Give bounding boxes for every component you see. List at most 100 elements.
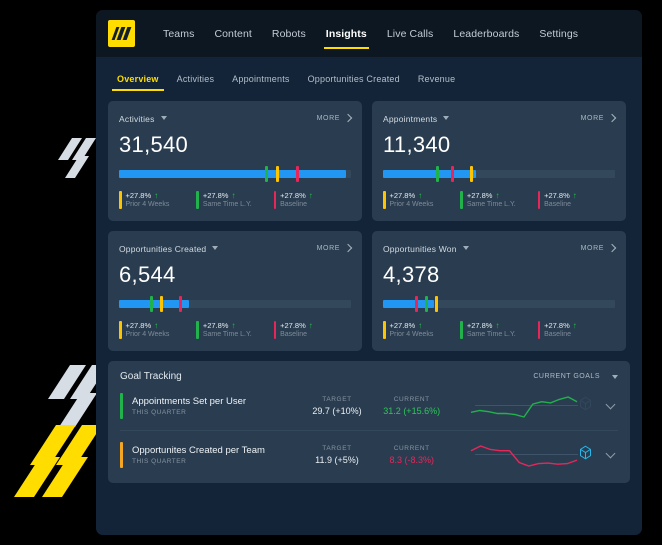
trend-up-icon: ↑	[418, 190, 423, 200]
card-title: Opportunities Won	[383, 244, 457, 254]
more-button[interactable]: MORE	[316, 243, 353, 253]
current-goals-filter[interactable]: CURRENT GOALS	[533, 373, 618, 380]
legend-delta-row: +27.8% ↑	[126, 321, 170, 330]
nav-item-leaderboards[interactable]: Leaderboards	[443, 10, 529, 57]
goal-row[interactable]: Opportunites Created per Team THIS QUART…	[120, 431, 618, 479]
card-legend: +27.8% ↑ Prior 4 Weeks +27.8% ↑ Same Tim…	[119, 191, 351, 209]
card-header: Appointments MORE	[383, 109, 617, 127]
metric-card: Activities MORE 31,540 +27.8% ↑ Prior 4 …	[108, 101, 362, 221]
legend-delta-row: +27.8% ↑	[544, 191, 577, 200]
app-window: Teams Content Robots Insights Live Calls…	[96, 10, 642, 535]
tab-activities[interactable]: Activities	[168, 74, 224, 91]
legend-label: Same Time L.Y.	[202, 331, 252, 338]
nav-item-content[interactable]: Content	[204, 10, 261, 57]
legend-item: +27.8% ↑ Baseline	[273, 190, 351, 209]
card-title-dropdown[interactable]: Opportunities Won	[383, 239, 469, 257]
more-button[interactable]: MORE	[317, 113, 353, 123]
nav-item-live-calls[interactable]: Live Calls	[377, 10, 444, 57]
legend-item: +27.8% ↑ Same Time L.Y.	[196, 321, 273, 339]
chevron-right-icon	[343, 113, 353, 123]
progress-fill	[383, 170, 476, 178]
legend-color-swatch	[273, 321, 277, 339]
current-label: CURRENT	[393, 445, 430, 452]
tab-revenue[interactable]: Revenue	[409, 74, 464, 91]
legend-delta-value: +27.8%	[544, 321, 570, 330]
card-header: Activities MORE	[119, 109, 353, 127]
more-button[interactable]: MORE	[581, 243, 617, 253]
more-label: MORE	[580, 114, 604, 122]
current-label: CURRENT	[393, 396, 430, 403]
progress-marker	[150, 296, 154, 312]
goal-tracking-header: Goal Tracking CURRENT GOALS	[120, 371, 618, 382]
card-title-dropdown[interactable]: Opportunities Created	[119, 239, 219, 257]
goal-target-metric: TARGET 29.7 (+10%)	[300, 396, 375, 416]
legend-delta-value: +27.8%	[466, 191, 493, 200]
nav-item-teams[interactable]: Teams	[153, 10, 204, 57]
progress-marker	[424, 296, 428, 312]
nav-item-insights[interactable]: Insights	[316, 10, 377, 57]
card-title-dropdown[interactable]: Appointments	[383, 109, 450, 127]
current-value: 31.2 (+15.6%)	[383, 406, 441, 416]
legend-label: Same Time L.Y.	[202, 201, 252, 208]
legend-item: +27.8% ↑ Same Time L.Y.	[460, 321, 537, 339]
nav-item-robots[interactable]: Robots	[262, 10, 316, 57]
goal-accent-bar	[120, 442, 123, 468]
legend-label: Baseline	[280, 201, 307, 208]
card-title-dropdown[interactable]: Activities	[119, 109, 167, 127]
tab-appointments[interactable]: Appointments	[223, 74, 298, 91]
sub-navigation-tabs: Overview Activities Appointments Opportu…	[96, 57, 642, 91]
legend-color-swatch	[460, 191, 463, 209]
metric-cards-grid: Activities MORE 31,540 +27.8% ↑ Prior 4 …	[108, 101, 630, 351]
legend-color-swatch	[119, 191, 122, 209]
target-label: TARGET	[322, 445, 352, 452]
chevron-down-icon	[612, 374, 618, 379]
chevron-down-icon[interactable]	[605, 448, 616, 459]
chevron-down-icon	[443, 115, 450, 120]
legend-color-swatch	[383, 321, 386, 339]
goal-period: THIS QUARTER	[132, 409, 187, 416]
legend-item: +27.8% ↑ Baseline	[537, 191, 615, 209]
goal-sparkline	[463, 440, 578, 470]
goal-row-actions	[578, 445, 618, 465]
legend-delta-value: +27.8%	[389, 321, 416, 330]
legend-color-swatch	[273, 191, 277, 209]
progress-marker	[265, 166, 269, 182]
brand-logo-icon[interactable]	[108, 20, 135, 47]
tab-opportunities-created[interactable]: Opportunities Created	[299, 74, 409, 91]
legend-label: Baseline	[544, 331, 571, 338]
metric-card: Appointments MORE 11,340 +27.8% ↑ Prior …	[372, 101, 626, 221]
trend-up-icon: ↑	[572, 190, 577, 200]
trend-up-icon: ↑	[308, 190, 313, 200]
more-button[interactable]: MORE	[580, 113, 617, 123]
legend-label: Prior 4 Weeks	[389, 331, 434, 338]
progress-marker	[435, 296, 439, 312]
legend-item: +27.8% ↑ Prior 4 Weeks	[383, 191, 460, 209]
trend-up-icon: ↑	[418, 320, 423, 330]
card-value: 31,540	[119, 132, 189, 157]
goal-current-metric: CURRENT 8.3 (-8.3%)	[374, 445, 449, 465]
metric-card: Opportunities Won MORE 4,378 +27.8% ↑ Pr…	[372, 231, 626, 351]
legend-color-swatch	[196, 191, 199, 209]
goal-accent-bar	[120, 393, 123, 419]
metric-card: Opportunities Created MORE 6,544 +27.8% …	[108, 231, 362, 351]
legend-delta-row: +27.8% ↑	[390, 191, 434, 200]
trend-up-icon: ↑	[231, 190, 236, 200]
chevron-down-icon	[462, 245, 469, 250]
tab-overview[interactable]: Overview	[108, 74, 168, 91]
card-legend: +27.8% ↑ Prior 4 Weeks +27.8% ↑ Same Tim…	[383, 321, 615, 339]
goal-name: Opportunites Created per Team	[132, 445, 265, 456]
chevron-right-icon	[607, 113, 617, 123]
goal-row[interactable]: Appointments Set per User THIS QUARTER T…	[120, 382, 618, 431]
legend-color-swatch	[537, 191, 541, 209]
chevron-down-icon[interactable]	[605, 399, 616, 410]
legend-item: +27.8% ↑ Baseline	[537, 321, 615, 339]
legend-delta-value: +27.8%	[125, 191, 152, 200]
goal-target-metric: TARGET 11.9 (+5%)	[300, 445, 375, 465]
more-label: MORE	[316, 244, 340, 252]
legend-item: +27.8% ↑ Prior 4 Weeks	[119, 321, 196, 339]
goal-tracking-panel: Goal Tracking CURRENT GOALS Appointments…	[108, 361, 630, 483]
goal-sparkline	[463, 391, 578, 421]
nav-item-settings[interactable]: Settings	[529, 10, 588, 57]
goal-name: Appointments Set per User	[132, 396, 247, 407]
chevron-right-icon	[607, 243, 617, 253]
